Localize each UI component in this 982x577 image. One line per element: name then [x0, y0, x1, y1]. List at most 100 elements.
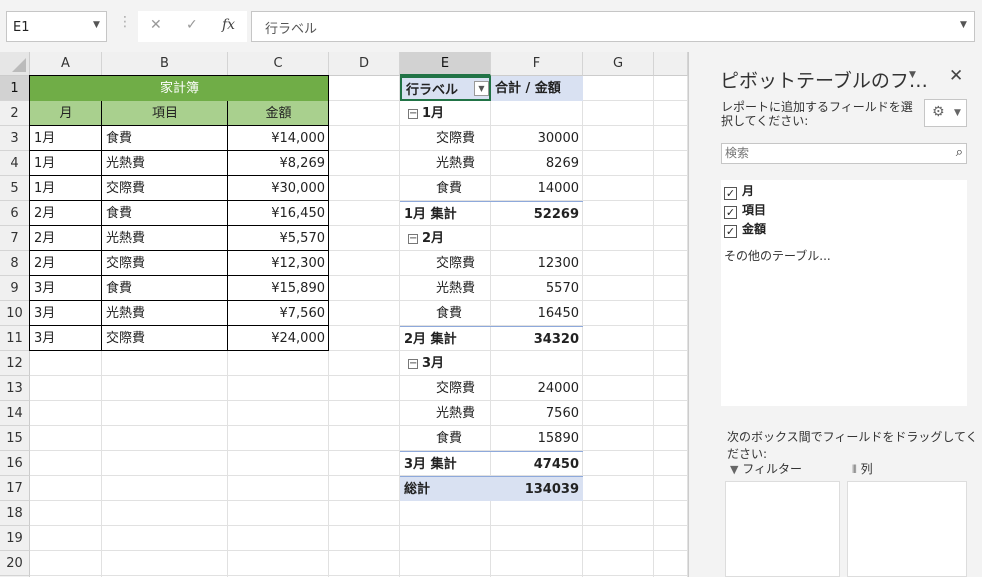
table-cell[interactable]: 食費 [102, 126, 228, 151]
pivot-item-label[interactable]: 交際費 [400, 251, 491, 276]
filter-drop-area[interactable] [725, 481, 840, 577]
column-header-g[interactable]: G [583, 52, 654, 76]
pivot-item-label[interactable]: 光熱費 [400, 151, 491, 176]
worksheet-grid[interactable]: ABCDEFG 12345678910111213141516171819202… [0, 52, 688, 577]
row-header-18[interactable]: 18 [0, 501, 30, 526]
column-header-b[interactable]: B [102, 52, 228, 76]
pivot-item-value[interactable]: 16450 [491, 301, 583, 326]
checkbox-icon[interactable]: ✓ [724, 187, 737, 200]
cancel-icon[interactable]: ✕ [150, 17, 162, 33]
checkbox-icon[interactable]: ✓ [724, 225, 737, 238]
row-header-9[interactable]: 9 [0, 276, 30, 301]
collapse-icon[interactable]: − [408, 234, 418, 244]
table-cell[interactable]: 1月 [30, 176, 102, 201]
collapse-icon[interactable]: − [408, 109, 418, 119]
table-cell[interactable]: ¥24,000 [228, 326, 329, 351]
row-header-6[interactable]: 6 [0, 201, 30, 226]
table-cell[interactable]: ¥12,300 [228, 251, 329, 276]
column-header-c[interactable]: C [228, 52, 329, 76]
table-cell[interactable]: ¥30,000 [228, 176, 329, 201]
pivot-subtotal-value[interactable]: 52269 [491, 201, 583, 226]
table-header[interactable]: 項目 [102, 101, 228, 126]
row-header-7[interactable]: 7 [0, 226, 30, 251]
row-header-14[interactable]: 14 [0, 401, 30, 426]
chevron-down-icon[interactable]: ▼ [93, 20, 100, 30]
checkbox-icon[interactable]: ✓ [724, 206, 737, 219]
pivot-grand-total-label[interactable]: 総計 [400, 476, 491, 501]
pivot-subtotal-label[interactable]: 3月 集計 [400, 451, 491, 476]
table-header[interactable]: 月 [30, 101, 102, 126]
pivot-subtotal-value[interactable]: 47450 [491, 451, 583, 476]
pivot-subtotal-label[interactable]: 2月 集計 [400, 326, 491, 351]
search-icon[interactable]: ⌕ [956, 145, 963, 160]
table-cell[interactable]: 3月 [30, 276, 102, 301]
column-header-a[interactable]: A [30, 52, 102, 76]
select-all-button[interactable] [0, 52, 30, 76]
table-cell[interactable]: 2月 [30, 201, 102, 226]
column-header-e[interactable]: E [400, 52, 491, 76]
table-cell[interactable]: ¥15,890 [228, 276, 329, 301]
pivot-item-value[interactable]: 30000 [491, 126, 583, 151]
table-title[interactable]: 家計簿 [30, 76, 329, 101]
formula-input[interactable]: 行ラベル ▼ [251, 11, 975, 42]
search-input[interactable] [725, 146, 940, 160]
insert-function-icon[interactable]: fx [222, 17, 235, 33]
table-cell[interactable]: ¥14,000 [228, 126, 329, 151]
row-header-12[interactable]: 12 [0, 351, 30, 376]
field-item-category[interactable]: ✓ 項目 [724, 201, 766, 219]
pane-options-chevron-icon[interactable]: ▼ [909, 70, 916, 80]
table-cell[interactable]: ¥8,269 [228, 151, 329, 176]
resize-handle-icon[interactable]: ⋮ [118, 14, 132, 30]
collapse-icon[interactable]: − [408, 359, 418, 369]
pivot-subtotal-label[interactable]: 1月 集計 [400, 201, 491, 226]
pivot-subtotal-value[interactable]: 34320 [491, 326, 583, 351]
row-header-20[interactable]: 20 [0, 551, 30, 576]
pivot-item-value[interactable]: 12300 [491, 251, 583, 276]
pivot-item-value[interactable]: 14000 [491, 176, 583, 201]
row-header-10[interactable]: 10 [0, 301, 30, 326]
name-box[interactable]: E1 ▼ [6, 11, 107, 42]
column-header-d[interactable]: D [329, 52, 400, 76]
table-cell[interactable]: 食費 [102, 276, 228, 301]
enter-icon[interactable]: ✓ [186, 17, 198, 33]
table-cell[interactable]: 食費 [102, 201, 228, 226]
table-cell[interactable]: 交際費 [102, 176, 228, 201]
table-cell[interactable]: 2月 [30, 251, 102, 276]
table-cell[interactable]: ¥7,560 [228, 301, 329, 326]
row-header-11[interactable]: 11 [0, 326, 30, 351]
pivot-item-value[interactable]: 7560 [491, 401, 583, 426]
row-header-3[interactable]: 3 [0, 126, 30, 151]
table-cell[interactable]: 1月 [30, 151, 102, 176]
table-cell[interactable]: ¥16,450 [228, 201, 329, 226]
more-tables-link[interactable]: その他のテーブル... [724, 247, 831, 264]
filter-dropdown-icon[interactable]: ▼ [474, 81, 489, 96]
pivot-item-label[interactable]: 交際費 [400, 126, 491, 151]
table-cell[interactable]: 3月 [30, 301, 102, 326]
column-header-f[interactable]: F [491, 52, 583, 76]
pivot-item-value[interactable]: 5570 [491, 276, 583, 301]
pivot-value-header[interactable]: 合計 / 金額 [491, 76, 583, 101]
pivot-item-value[interactable]: 24000 [491, 376, 583, 401]
pivot-item-label[interactable]: 食費 [400, 426, 491, 451]
pivot-grand-total-value[interactable]: 134039 [491, 476, 583, 501]
field-search[interactable]: ⌕ [721, 143, 967, 164]
table-cell[interactable]: 光熱費 [102, 226, 228, 251]
table-cell[interactable]: 光熱費 [102, 301, 228, 326]
pivot-item-label[interactable]: 光熱費 [400, 276, 491, 301]
columns-drop-area[interactable] [847, 481, 967, 577]
row-header-17[interactable]: 17 [0, 476, 30, 501]
row-header-4[interactable]: 4 [0, 151, 30, 176]
row-header-16[interactable]: 16 [0, 451, 30, 476]
row-header-5[interactable]: 5 [0, 176, 30, 201]
close-icon[interactable]: ✕ [949, 66, 963, 86]
pivot-item-label[interactable]: 光熱費 [400, 401, 491, 426]
row-header-2[interactable]: 2 [0, 101, 30, 126]
table-cell[interactable]: 交際費 [102, 326, 228, 351]
row-header-8[interactable]: 8 [0, 251, 30, 276]
expand-formula-icon[interactable]: ▼ [960, 20, 967, 30]
row-header-13[interactable]: 13 [0, 376, 30, 401]
table-cell[interactable]: 2月 [30, 226, 102, 251]
table-cell[interactable]: ¥5,570 [228, 226, 329, 251]
column-header-blank[interactable] [654, 52, 688, 76]
pivot-item-value[interactable]: 15890 [491, 426, 583, 451]
